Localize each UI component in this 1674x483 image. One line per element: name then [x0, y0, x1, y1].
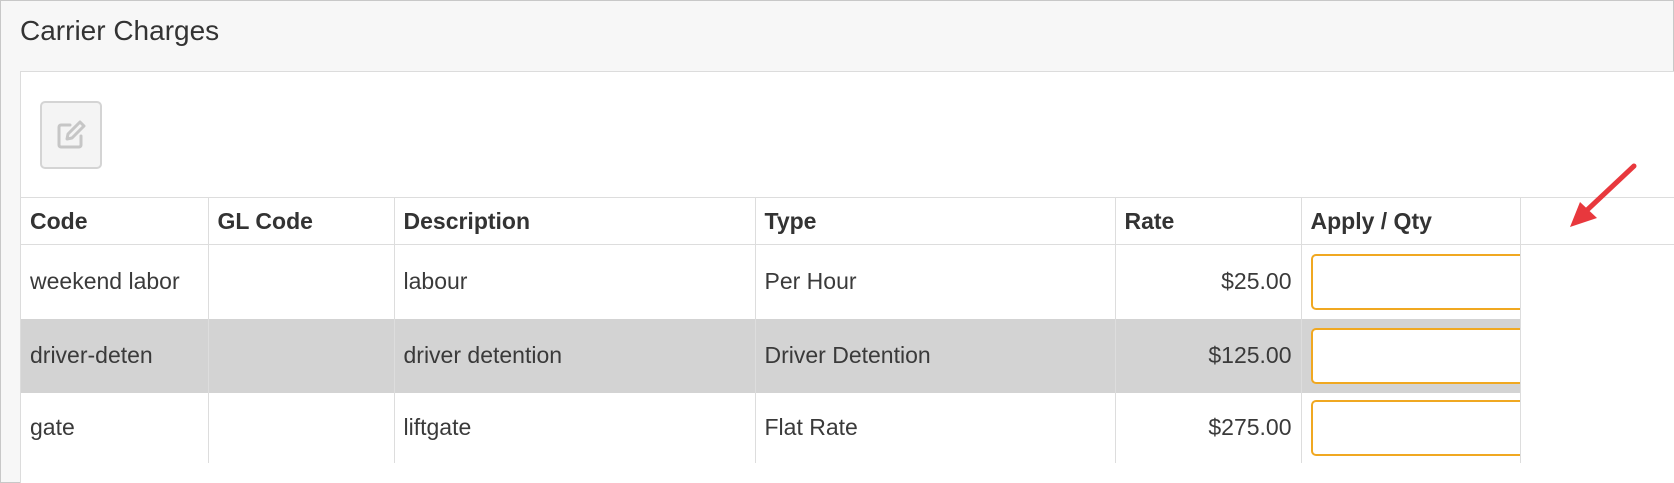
qty-input[interactable] — [1310, 399, 1519, 456]
column-header-apply-qty[interactable]: Apply / Qty — [1301, 197, 1521, 245]
cell-rate: $25.00 — [1115, 244, 1302, 319]
cell-type: Flat Rate — [755, 392, 1116, 463]
cell-description: driver detention — [394, 318, 756, 393]
row-spacer — [1520, 393, 1674, 463]
row-spacer — [1520, 318, 1674, 393]
cell-code: weekend labor — [21, 244, 209, 319]
cell-rate: $125.00 — [1115, 318, 1302, 393]
table-row[interactable]: weekend labor labour Per Hour $25.00 — [21, 244, 1674, 319]
table-row[interactable]: gate liftgate Flat Rate $275.00 — [21, 392, 1674, 463]
cell-rate: $275.00 — [1115, 392, 1302, 463]
panel-body: Code GL Code Description Type Rate Apply… — [20, 71, 1674, 483]
red-arrow-icon — [1570, 163, 1637, 227]
column-header-description[interactable]: Description — [394, 197, 756, 245]
cell-gl-code — [208, 244, 395, 319]
cell-type: Per Hour — [755, 244, 1116, 319]
panel-title: Carrier Charges — [20, 15, 220, 46]
edit-icon — [57, 120, 86, 149]
cell-gl-code — [208, 318, 395, 393]
carrier-charges-table: Code GL Code Description Type Rate Apply… — [21, 197, 1674, 463]
table-row[interactable]: driver-deten driver detention Driver Det… — [21, 318, 1674, 393]
toolbar — [21, 72, 1674, 197]
cell-type: Driver Detention — [755, 318, 1116, 393]
column-header-gl-code[interactable]: GL Code — [208, 197, 395, 245]
cell-apply-qty — [1301, 392, 1521, 463]
qty-input[interactable] — [1310, 327, 1519, 384]
cell-description: liftgate — [394, 392, 756, 463]
table-header-row: Code GL Code Description Type Rate Apply… — [21, 197, 1674, 245]
cell-apply-qty — [1301, 318, 1521, 393]
column-header-rate[interactable]: Rate — [1115, 197, 1302, 245]
cell-gl-code — [208, 392, 395, 463]
row-spacer — [1520, 245, 1674, 319]
cell-code: driver-deten — [21, 318, 209, 393]
qty-input[interactable] — [1310, 253, 1519, 310]
cell-apply-qty — [1301, 244, 1521, 319]
edit-button[interactable] — [40, 101, 102, 169]
cell-code: gate — [21, 392, 209, 463]
carrier-charges-panel: Carrier Charges Code GL Code Description… — [0, 0, 1674, 483]
column-header-type[interactable]: Type — [755, 197, 1116, 245]
cell-description: labour — [394, 244, 756, 319]
column-header-code[interactable]: Code — [21, 197, 209, 245]
